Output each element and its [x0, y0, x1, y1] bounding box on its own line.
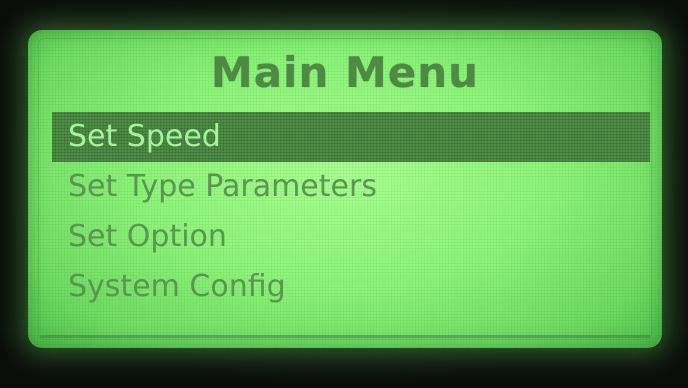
lcd-screen: Main Menu Set Speed Set Type Parameters … — [28, 30, 662, 348]
main-menu-list: Set Speed Set Type Parameters Set Option… — [58, 112, 650, 312]
menu-item-system-config[interactable]: System Config — [58, 262, 650, 312]
page-title: Main Menu — [210, 48, 480, 97]
menu-item-set-speed[interactable]: Set Speed — [52, 112, 650, 162]
device-bezel: Main Menu Set Speed Set Type Parameters … — [0, 0, 688, 388]
menu-item-set-option[interactable]: Set Option — [58, 212, 650, 262]
lcd-bottom-divider — [40, 335, 650, 338]
menu-item-set-type-parameters[interactable]: Set Type Parameters — [58, 162, 650, 212]
